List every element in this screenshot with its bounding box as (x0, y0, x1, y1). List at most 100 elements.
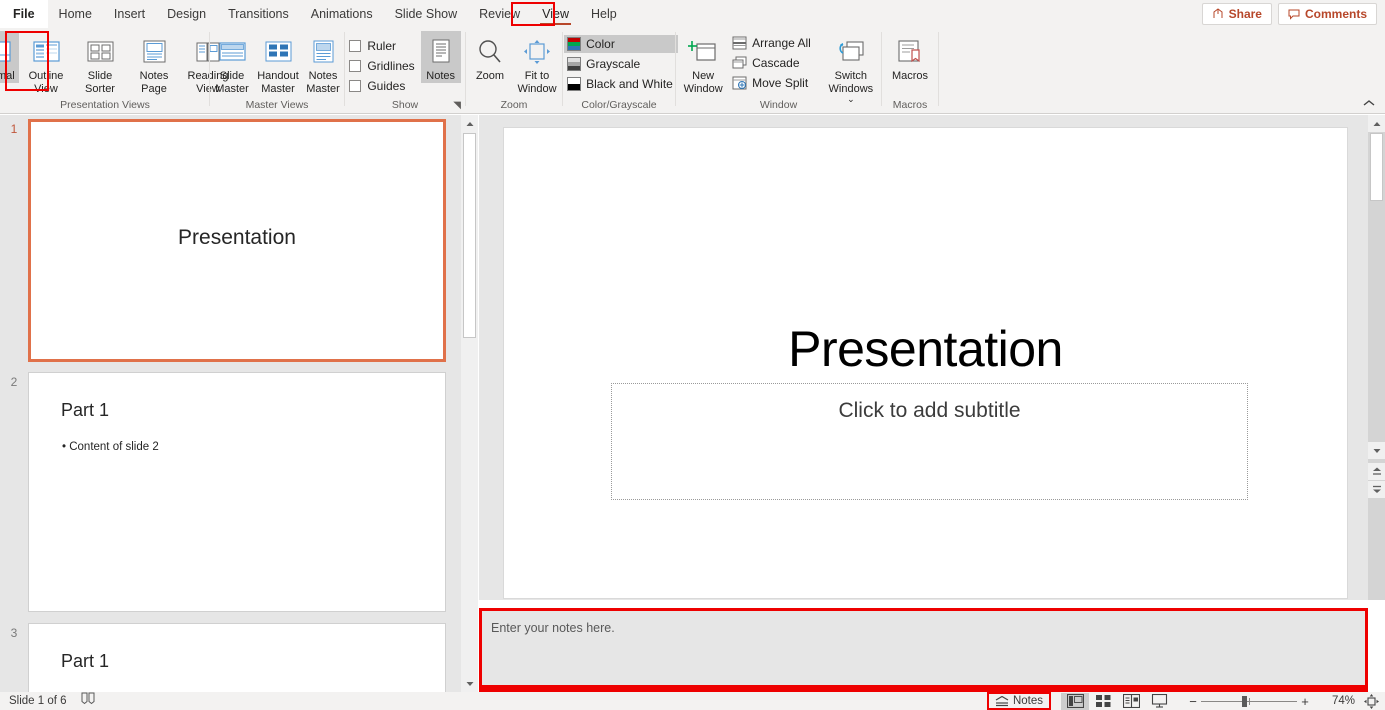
color-mode-black-and-white[interactable]: Black and White (564, 75, 678, 93)
tab-home[interactable]: Home (48, 0, 103, 28)
notes-master-button[interactable]: Notes Master (302, 31, 344, 95)
tab-file[interactable]: File (0, 0, 48, 28)
collapse-ribbon-button[interactable] (1361, 95, 1377, 111)
thumbnail-slide-2[interactable]: Part 1 • Content of slide 2 (28, 372, 446, 612)
outline-view-button[interactable]: Outline View (19, 31, 73, 95)
show-notes-toggle-button[interactable]: Notes (421, 31, 461, 83)
move-split-icon (732, 76, 747, 90)
thumbnail-scrollbar[interactable] (461, 115, 478, 692)
titlebar-actions: Share Comments (1202, 0, 1385, 28)
group-divider-7 (938, 32, 939, 106)
comments-button[interactable]: Comments (1278, 3, 1377, 25)
tab-help[interactable]: Help (580, 0, 628, 28)
show-dialog-launcher[interactable]: ◥ (453, 100, 461, 111)
slide-scroll-up-button[interactable] (1368, 115, 1385, 132)
slide-thumbnail-pane[interactable]: 1 Presentation 2 Part 1 • Content of sli… (0, 115, 478, 692)
tab-view[interactable]: View (531, 0, 580, 28)
fit-slide-to-window-button[interactable] (1363, 693, 1379, 709)
new-window-button[interactable]: New Window (677, 31, 729, 95)
color-mode-color[interactable]: Color (564, 35, 678, 53)
thumbnail-slide-1[interactable]: Presentation (28, 119, 446, 362)
zoom-slider-track[interactable] (1201, 701, 1297, 702)
color-mode-grayscale[interactable]: Grayscale (564, 55, 678, 73)
ribbon-group-window: New Window Arrange All Cascade Move Spli… (676, 28, 881, 113)
master-views-group-label: Master Views (210, 99, 344, 111)
zoom-slider-handle[interactable] (1242, 696, 1247, 707)
next-slide-button[interactable] (1368, 481, 1385, 498)
status-slide-show-button[interactable] (1145, 693, 1173, 710)
move-split-button[interactable]: Move Split (729, 74, 816, 92)
tab-transitions[interactable]: Transitions (217, 0, 300, 28)
notes-page-label: Notes Page (140, 70, 169, 95)
slide-scroll-thumb[interactable] (1370, 133, 1383, 201)
ribbon-tab-bar: File Home Insert Design Transitions Anim… (0, 0, 1385, 28)
ribbon-group-color-grayscale: Color Grayscale Black and White Color/Gr… (563, 28, 675, 113)
arrange-all-button[interactable]: Arrange All (729, 34, 816, 52)
notes-page-button[interactable]: Notes Page (127, 31, 181, 95)
checkbox-gridlines[interactable]: Gridlines (349, 59, 414, 73)
checkbox-guides[interactable]: Guides (349, 79, 414, 93)
switch-windows-button[interactable]: Switch Windows ⌄ (822, 31, 880, 105)
slide-canvas[interactable]: Presentation Click to add subtitle (503, 127, 1348, 599)
status-notes-button[interactable]: Notes (987, 692, 1051, 710)
status-reading-view-button[interactable] (1117, 693, 1145, 710)
thumbnail-item-1[interactable]: 1 Presentation (0, 119, 458, 362)
tab-design[interactable]: Design (156, 0, 217, 28)
status-slide-sorter-button[interactable] (1089, 693, 1117, 710)
slide-counter: Slide 1 of 6 (9, 695, 67, 707)
slide-title-placeholder[interactable]: Presentation (504, 320, 1347, 378)
color-label: Color (586, 37, 615, 51)
ribbon-group-show: Ruler Gridlines Guides Notes (345, 28, 465, 113)
tab-slide-show[interactable]: Slide Show (384, 0, 469, 28)
thumbnail-scroll-thumb[interactable] (463, 133, 476, 338)
tab-insert[interactable]: Insert (103, 0, 156, 28)
ruler-checkbox[interactable] (349, 40, 361, 52)
slide-scroll-down-button[interactable] (1368, 442, 1385, 459)
accessibility-checker-icon[interactable] (81, 692, 95, 710)
cascade-button[interactable]: Cascade (729, 54, 816, 72)
notes-pane[interactable]: Enter your notes here. (479, 608, 1368, 688)
gridlines-checkbox[interactable] (349, 60, 361, 72)
show-group-label: Show (345, 99, 465, 111)
macros-icon (895, 35, 925, 69)
outline-view-icon (33, 35, 60, 69)
switch-windows-label: Switch Windows (829, 70, 874, 95)
status-normal-view-button[interactable] (1061, 693, 1089, 710)
thumbnail-scroll-up-button[interactable] (461, 115, 478, 132)
ribbon-group-macros: Macros Macros (882, 28, 938, 113)
share-button[interactable]: Share (1202, 3, 1272, 25)
thumbnail-item-3[interactable]: 3 Part 1 (0, 623, 458, 692)
guides-checkbox[interactable] (349, 80, 361, 92)
slide-master-button[interactable]: Slide Master (210, 31, 254, 95)
checkbox-ruler[interactable]: Ruler (349, 39, 414, 53)
previous-slide-button[interactable] (1368, 463, 1385, 480)
zoom-in-button[interactable]: + (1297, 694, 1313, 709)
share-icon (1212, 8, 1224, 20)
thumbnail-slide-3[interactable]: Part 1 (28, 623, 446, 692)
macros-group-label: Macros (882, 99, 938, 111)
fit-to-window-button[interactable]: Fit to Window (513, 31, 561, 95)
normal-view-button[interactable]: Normal (0, 31, 19, 83)
thumbnail-2-title: Part 1 (61, 400, 109, 421)
tab-home-label: Home (59, 7, 92, 21)
slide-sorter-button[interactable]: Slide Sorter (73, 31, 127, 95)
tab-animations[interactable]: Animations (300, 0, 384, 28)
switch-windows-icon (836, 35, 866, 69)
powerpoint-window: File Home Insert Design Transitions Anim… (0, 0, 1385, 710)
zoom-slider[interactable]: − + (1185, 694, 1313, 709)
zoom-out-button[interactable]: − (1185, 694, 1201, 709)
slide-subtitle-placeholder[interactable]: Click to add subtitle (611, 383, 1248, 500)
zoom-button[interactable]: Zoom (467, 31, 513, 83)
thumbnail-item-2[interactable]: 2 Part 1 • Content of slide 2 (0, 372, 458, 612)
thumbnail-scroll-down-button[interactable] (461, 675, 478, 692)
tab-review[interactable]: Review (468, 0, 531, 28)
thumbnail-1-title: Presentation (31, 226, 443, 250)
tab-animations-label: Animations (311, 7, 373, 21)
macros-button[interactable]: Macros (885, 31, 935, 83)
handout-master-button[interactable]: Handout Master (254, 31, 302, 95)
move-split-label: Move Split (752, 76, 808, 90)
tab-design-label: Design (167, 7, 206, 21)
presentation-views-group-label: Presentation Views (0, 99, 210, 111)
slide-pane-scrollbar[interactable] (1368, 115, 1385, 600)
zoom-level-label[interactable]: 74% (1321, 695, 1355, 707)
